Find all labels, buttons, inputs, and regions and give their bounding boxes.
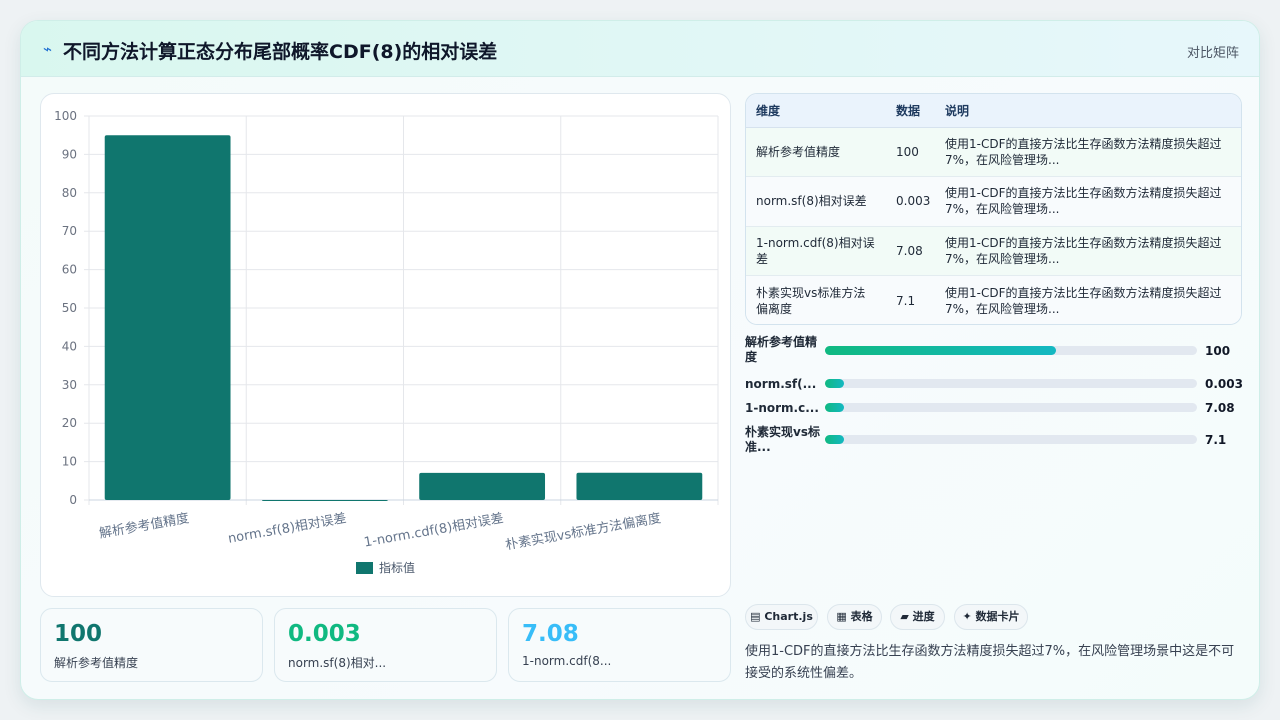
dashboard-card: ⌁ 不同方法计算正态分布尾部概率CDF(8)的相对误差 对比矩阵 0 10 20 30… — [20, 20, 1260, 700]
bar — [261, 499, 388, 501]
chip-table[interactable]: ▦ 表格 — [827, 604, 882, 630]
column-header: 数据 — [886, 94, 935, 128]
bar — [104, 135, 231, 500]
table-row: norm.sf(8)相对误差 0.003 使用1-CDF的直接方法比生存函数方法… — [746, 176, 1241, 227]
x-tick-label: 解析参考值精度 — [98, 510, 190, 542]
kpi-card: 0.003 norm.sf(8)相对... — [274, 608, 497, 682]
progress-track — [825, 435, 1197, 444]
legend-label: 指标值 — [379, 560, 415, 575]
progress-label: 解析参考值精度 — [745, 335, 818, 364]
table-row: 朴素实现vs标准方法偏离度 7.1 使用1-CDF的直接方法比生存函数方法精度损… — [746, 275, 1241, 324]
table-cell-description: 使用1-CDF的直接方法比生存函数方法精度损失超过7%，在风险管理场... — [935, 226, 1241, 276]
progress-track — [825, 346, 1197, 355]
legend-swatch — [356, 562, 373, 574]
table-cell-dimension: 朴素实现vs标准方法偏离度 — [746, 275, 886, 324]
kpi-card: 100 解析参考值精度 — [40, 608, 263, 682]
chip-label: 数据卡片 — [975, 610, 1020, 623]
summary-note: 使用1-CDF的直接方法比生存函数方法精度损失超过7%，在风险管理场景中这是不可… — [745, 644, 1235, 681]
column-header: 说明 — [935, 94, 1241, 128]
bar-chart-panel: 0 10 20 30 40 50 60 70 80 90 100 解析参考值精度 norm.sf(8)相… — [40, 93, 731, 597]
page-title: 不同方法计算正态分布尾部概率CDF(8)的相对误差 — [63, 41, 498, 63]
column-header: 维度 — [746, 94, 886, 128]
y-tick-label: 50 — [62, 301, 77, 315]
kpi-label: 解析参考值精度 — [54, 656, 139, 670]
table-header-row: 维度 数据 说明 — [746, 94, 1241, 128]
sparkle-icon: ✦ — [962, 610, 972, 623]
table-icon: ▦ — [836, 610, 847, 623]
chip-progress[interactable]: ▰ 进度 — [890, 604, 945, 630]
progress-fill — [825, 346, 1056, 355]
y-tick-label: 40 — [62, 339, 77, 353]
header: ⌁ 不同方法计算正态分布尾部概率CDF(8)的相对误差 对比矩阵 — [21, 21, 1259, 77]
progress-label: norm.sf(... — [745, 377, 817, 391]
progress-fill — [825, 403, 844, 412]
progress-icon: ▰ — [900, 610, 909, 623]
chip-label: 表格 — [850, 610, 873, 623]
kpi-value: 100 — [54, 621, 103, 647]
table-cell-value: 100 — [886, 127, 935, 177]
table-cell-description: 使用1-CDF的直接方法比生存函数方法精度损失超过7%，在风险管理场... — [935, 275, 1241, 324]
y-tick-label: 90 — [62, 147, 77, 161]
progress-track — [825, 403, 1197, 412]
y-tick-label: 30 — [62, 378, 77, 392]
progress-value: 100 — [1205, 344, 1231, 358]
table-cell-value: 7.08 — [886, 226, 935, 276]
progress-fill — [825, 379, 844, 388]
chip-label: 进度 — [912, 610, 935, 623]
progress-fill — [825, 435, 844, 444]
data-table: 维度 数据 说明 解析参考值精度 100 使用1-CDF的直接方法比生存函数方法… — [745, 93, 1242, 325]
y-tick-label: 60 — [62, 263, 77, 277]
chart-icon: ▤ — [750, 610, 761, 623]
x-tick-label: norm.sf(8)相对误差 — [227, 511, 348, 547]
table-cell-value: 7.1 — [886, 275, 935, 324]
progress-label: 1-norm.c... — [745, 401, 819, 415]
table-row: 解析参考值精度 100 使用1-CDF的直接方法比生存函数方法精度损失超过7%，… — [746, 127, 1241, 177]
table-cell-description: 使用1-CDF的直接方法比生存函数方法精度损失超过7%，在风险管理场... — [935, 176, 1241, 227]
chip-label: Chart.js — [764, 610, 813, 623]
progress-track — [825, 379, 1197, 388]
comparison-matrix-label: 对比矩阵 — [1186, 46, 1239, 61]
chip-data-cards[interactable]: ✦ 数据卡片 — [954, 604, 1028, 630]
progress-label: 朴素实现vs标准... — [745, 425, 820, 454]
progress-value: 7.1 — [1205, 433, 1227, 447]
table-row: 1-norm.cdf(8)相对误差 7.08 使用1-CDF的直接方法比生存函数… — [746, 226, 1241, 276]
y-tick-label: 70 — [62, 224, 77, 238]
kpi-label: 1-norm.cdf(8... — [522, 654, 612, 668]
bar — [576, 472, 703, 500]
kpi-card: 7.08 1-norm.cdf(8... — [508, 608, 731, 682]
y-tick-label: 10 — [62, 455, 77, 469]
kpi-value: 0.003 — [288, 621, 361, 647]
table-cell-dimension: norm.sf(8)相对误差 — [746, 176, 886, 227]
table-cell-value: 0.003 — [886, 176, 935, 227]
y-tick-label: 0 — [69, 493, 77, 507]
table-cell-dimension: 解析参考值精度 — [746, 127, 886, 177]
progress-value: 7.08 — [1205, 401, 1235, 415]
kpi-value: 7.08 — [522, 621, 579, 647]
y-tick-label: 20 — [62, 416, 77, 430]
kpi-label: norm.sf(8)相对... — [288, 656, 387, 670]
lightning-icon: ⌁ — [43, 40, 53, 58]
bar-chart: 0 10 20 30 40 50 60 70 80 90 100 解析参考值精度 norm.sf(8)相… — [54, 109, 719, 575]
table-cell-description: 使用1-CDF的直接方法比生存函数方法精度损失超过7%，在风险管理场... — [935, 127, 1241, 177]
table-cell-dimension: 1-norm.cdf(8)相对误差 — [746, 226, 886, 276]
progress-value: 0.003 — [1205, 377, 1243, 391]
y-tick-label: 100 — [54, 109, 77, 123]
y-tick-label: 80 — [62, 186, 77, 200]
chip-chartjs[interactable]: ▤ Chart.js — [745, 604, 818, 630]
bar — [419, 472, 546, 500]
x-tick-label: 朴素实现vs标准方法偏离度 — [504, 510, 662, 553]
x-tick-label: 1-norm.cdf(8)相对误差 — [363, 511, 505, 550]
